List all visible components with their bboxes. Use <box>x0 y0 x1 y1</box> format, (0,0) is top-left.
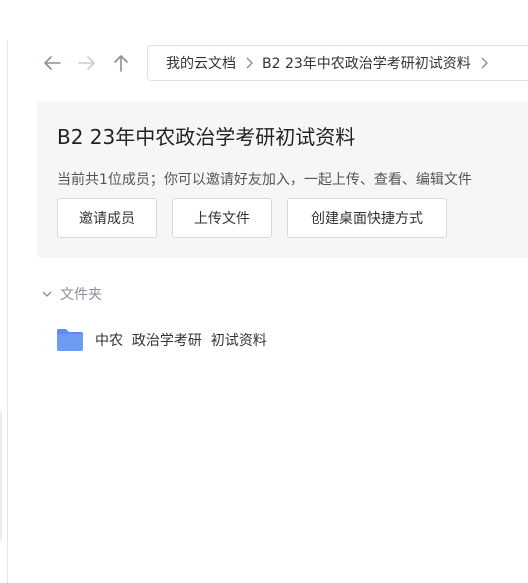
arrow-up-icon <box>114 55 128 72</box>
chevron-down-icon <box>42 291 52 297</box>
up-button[interactable] <box>111 53 131 73</box>
breadcrumb-item-current[interactable]: B2 23年中农政治学考研初试资料 <box>262 53 471 73</box>
invite-members-button[interactable]: 邀请成员 <box>57 198 157 238</box>
create-desktop-shortcut-button[interactable]: 创建桌面快捷方式 <box>287 198 447 238</box>
breadcrumb-item-root[interactable]: 我的云文档 <box>166 53 236 73</box>
chevron-right-icon <box>245 57 253 69</box>
member-description: 当前共1位成员；你可以邀请好友加入，一起上传、查看、编辑文件 <box>57 172 472 188</box>
forward-button[interactable] <box>77 53 97 73</box>
sidebar-scroll-mark <box>0 412 2 540</box>
upload-file-button[interactable]: 上传文件 <box>172 198 272 238</box>
left-sidebar-edge <box>0 40 8 583</box>
folder-info-panel: B2 23年中农政治学考研初试资料 当前共1位成员；你可以邀请好友加入，一起上传… <box>37 101 528 258</box>
folder-icon <box>57 329 83 351</box>
list-item[interactable]: 中农 政治学考研 初试资料 <box>57 326 267 354</box>
folder-section-toggle[interactable]: 文件夹 <box>42 284 102 304</box>
arrow-right-icon <box>78 56 95 70</box>
back-button[interactable] <box>42 53 62 73</box>
chevron-right-icon <box>480 57 488 69</box>
file-name: 中农 政治学考研 初试资料 <box>95 333 267 349</box>
section-label: 文件夹 <box>60 287 102 303</box>
arrow-left-icon <box>44 56 61 70</box>
page-title: B2 23年中农政治学考研初试资料 <box>57 125 356 149</box>
breadcrumb: 我的云文档 B2 23年中农政治学考研初试资料 <box>147 45 528 81</box>
